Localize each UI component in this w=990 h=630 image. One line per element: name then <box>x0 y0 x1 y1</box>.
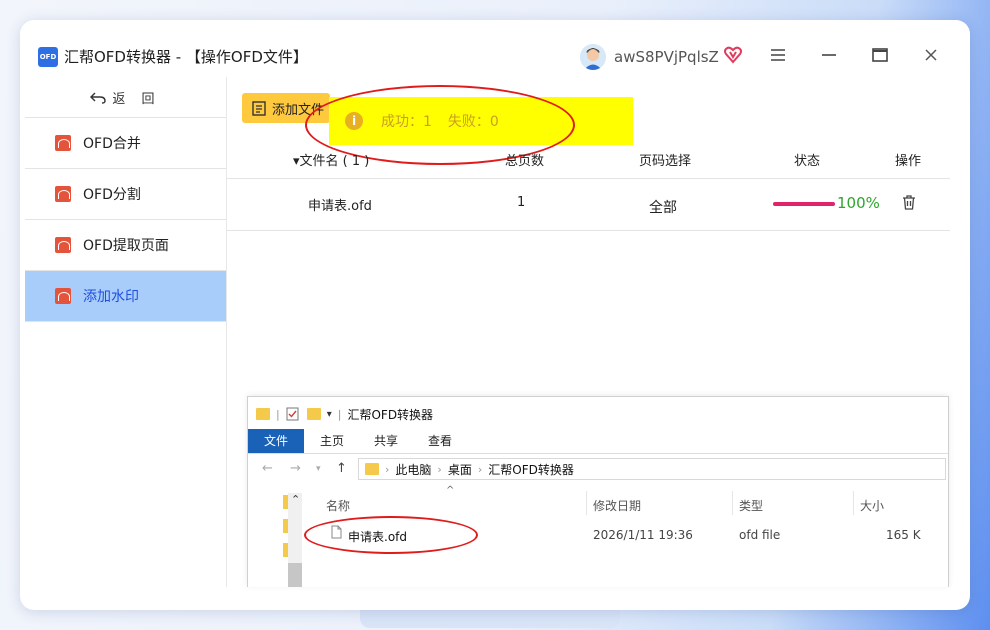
maximize-button[interactable] <box>865 40 895 70</box>
tab-file[interactable]: 文件 <box>248 429 304 453</box>
sidebar-item-label: OFD合并 <box>83 136 141 152</box>
column-header-page-select: 页码选择 <box>639 154 692 169</box>
tab-home[interactable]: 主页 <box>312 429 352 453</box>
avatar-icon <box>580 44 606 70</box>
progress-bar <box>773 202 835 206</box>
sidebar-item-label: OFD提取页面 <box>83 238 169 254</box>
column-header-name[interactable]: 名称 <box>326 497 350 514</box>
hamburger-icon <box>771 49 785 61</box>
explorer-title: 汇帮OFD转换器 <box>347 407 434 422</box>
properties-check-icon[interactable] <box>286 407 299 421</box>
trash-icon <box>903 195 915 210</box>
ribbon-tabs: 文件 主页 共享 查看 <box>248 429 948 454</box>
pdf-icon <box>55 237 71 253</box>
column-header-modified[interactable]: 修改日期 <box>593 497 641 514</box>
breadcrumb-this-pc[interactable]: 此电脑 <box>395 461 431 478</box>
scroll-up-icon[interactable]: ⌃ <box>291 493 300 506</box>
column-header-actions: 操作 <box>895 154 922 169</box>
column-divider <box>732 491 733 515</box>
page-count-cell: 1 <box>517 195 526 210</box>
table-header-divider <box>227 178 950 179</box>
column-header-file-name[interactable]: ▾文件名 ( 1 ) <box>293 150 369 169</box>
address-row: ← → ▾ ↑ › 此电脑 › 桌面 › 汇帮OFD转换器 <box>248 455 948 483</box>
folder-icon <box>365 463 379 475</box>
forward-arrow-icon[interactable]: → <box>290 461 301 476</box>
column-header-total-pages: 总页数 <box>505 154 545 169</box>
column-divider <box>586 491 587 515</box>
menu-button[interactable] <box>763 40 793 70</box>
window-title: 汇帮OFD转换器 - 【操作OFD文件】 <box>64 48 308 66</box>
tab-share[interactable]: 共享 <box>366 429 406 453</box>
sidebar-item-ofd-extract-pages[interactable]: OFD提取页面 <box>25 220 226 271</box>
folder-icon <box>256 408 270 420</box>
app-logo-icon: OFD <box>38 47 58 67</box>
explorer-title-bar: | ▾ | 汇帮OFD转换器 <box>256 403 433 425</box>
back-label: 返 回 <box>112 91 161 107</box>
vip-heart-icon[interactable] <box>724 46 742 68</box>
annotation-ellipse <box>304 516 478 554</box>
file-explorer-window: | ▾ | 汇帮OFD转换器 文件 主页 共享 查看 ← → ▾ ↑ › 此电脑… <box>247 396 949 587</box>
sidebar-item-label: 添加水印 <box>83 289 139 305</box>
user-name[interactable]: awS8PVjPqlsZ <box>614 48 719 66</box>
title-bar: OFD 汇帮OFD转换器 - 【操作OFD文件】 awS8PVjPqlsZ <box>24 22 948 74</box>
quick-access-dropdown-icon[interactable]: ▾ <box>327 409 332 420</box>
minimize-button[interactable] <box>814 40 844 70</box>
pdf-icon <box>55 288 71 304</box>
file-name-cell: 申请表.ofd <box>308 199 372 214</box>
column-header-status: 状态 <box>794 154 821 169</box>
new-folder-icon[interactable] <box>306 408 321 420</box>
close-button[interactable] <box>916 40 946 70</box>
breadcrumb-desktop[interactable]: 桌面 <box>448 461 472 478</box>
sidebar-item-ofd-merge[interactable]: OFD合并 <box>25 118 226 169</box>
progress-percent: 100% <box>837 194 880 212</box>
sort-indicator-icon: ^ <box>446 485 455 496</box>
recent-dropdown-icon[interactable]: ▾ <box>316 464 321 474</box>
close-icon <box>925 49 937 61</box>
minus-icon <box>822 54 836 56</box>
sidebar-item-label: OFD分割 <box>83 187 141 203</box>
sidebar-item-ofd-split[interactable]: OFD分割 <box>25 169 226 220</box>
avatar[interactable] <box>580 44 606 70</box>
column-header-type[interactable]: 类型 <box>739 497 763 514</box>
scrollbar-thumb[interactable] <box>288 563 302 587</box>
file-type: ofd file <box>739 528 781 542</box>
page-select-cell[interactable]: 全部 <box>649 197 677 217</box>
table-row-divider <box>227 230 950 231</box>
pdf-icon <box>55 186 71 202</box>
pdf-icon <box>55 135 71 151</box>
column-header-size[interactable]: 大小 <box>860 497 884 514</box>
back-arrow-icon[interactable]: ← <box>262 461 273 476</box>
sidebar: 返 回 OFD合并 OFD分割 OFD提取页面 添加水印 <box>25 77 227 587</box>
back-button[interactable]: 返 回 <box>25 77 226 118</box>
column-divider <box>853 491 854 515</box>
tab-view[interactable]: 查看 <box>420 429 460 453</box>
address-bar[interactable]: › 此电脑 › 桌面 › 汇帮OFD转换器 <box>358 458 946 480</box>
up-arrow-icon[interactable]: ↑ <box>336 461 347 476</box>
file-size: 165 K <box>886 528 921 542</box>
delete-button[interactable] <box>902 195 916 214</box>
back-arrow-icon <box>90 92 107 104</box>
sidebar-item-add-watermark[interactable]: 添加水印 <box>25 271 226 322</box>
file-modified: 2026/1/11 19:36 <box>593 528 693 542</box>
document-icon <box>252 100 266 116</box>
window-icon <box>872 48 888 62</box>
breadcrumb-current-folder[interactable]: 汇帮OFD转换器 <box>488 461 574 478</box>
